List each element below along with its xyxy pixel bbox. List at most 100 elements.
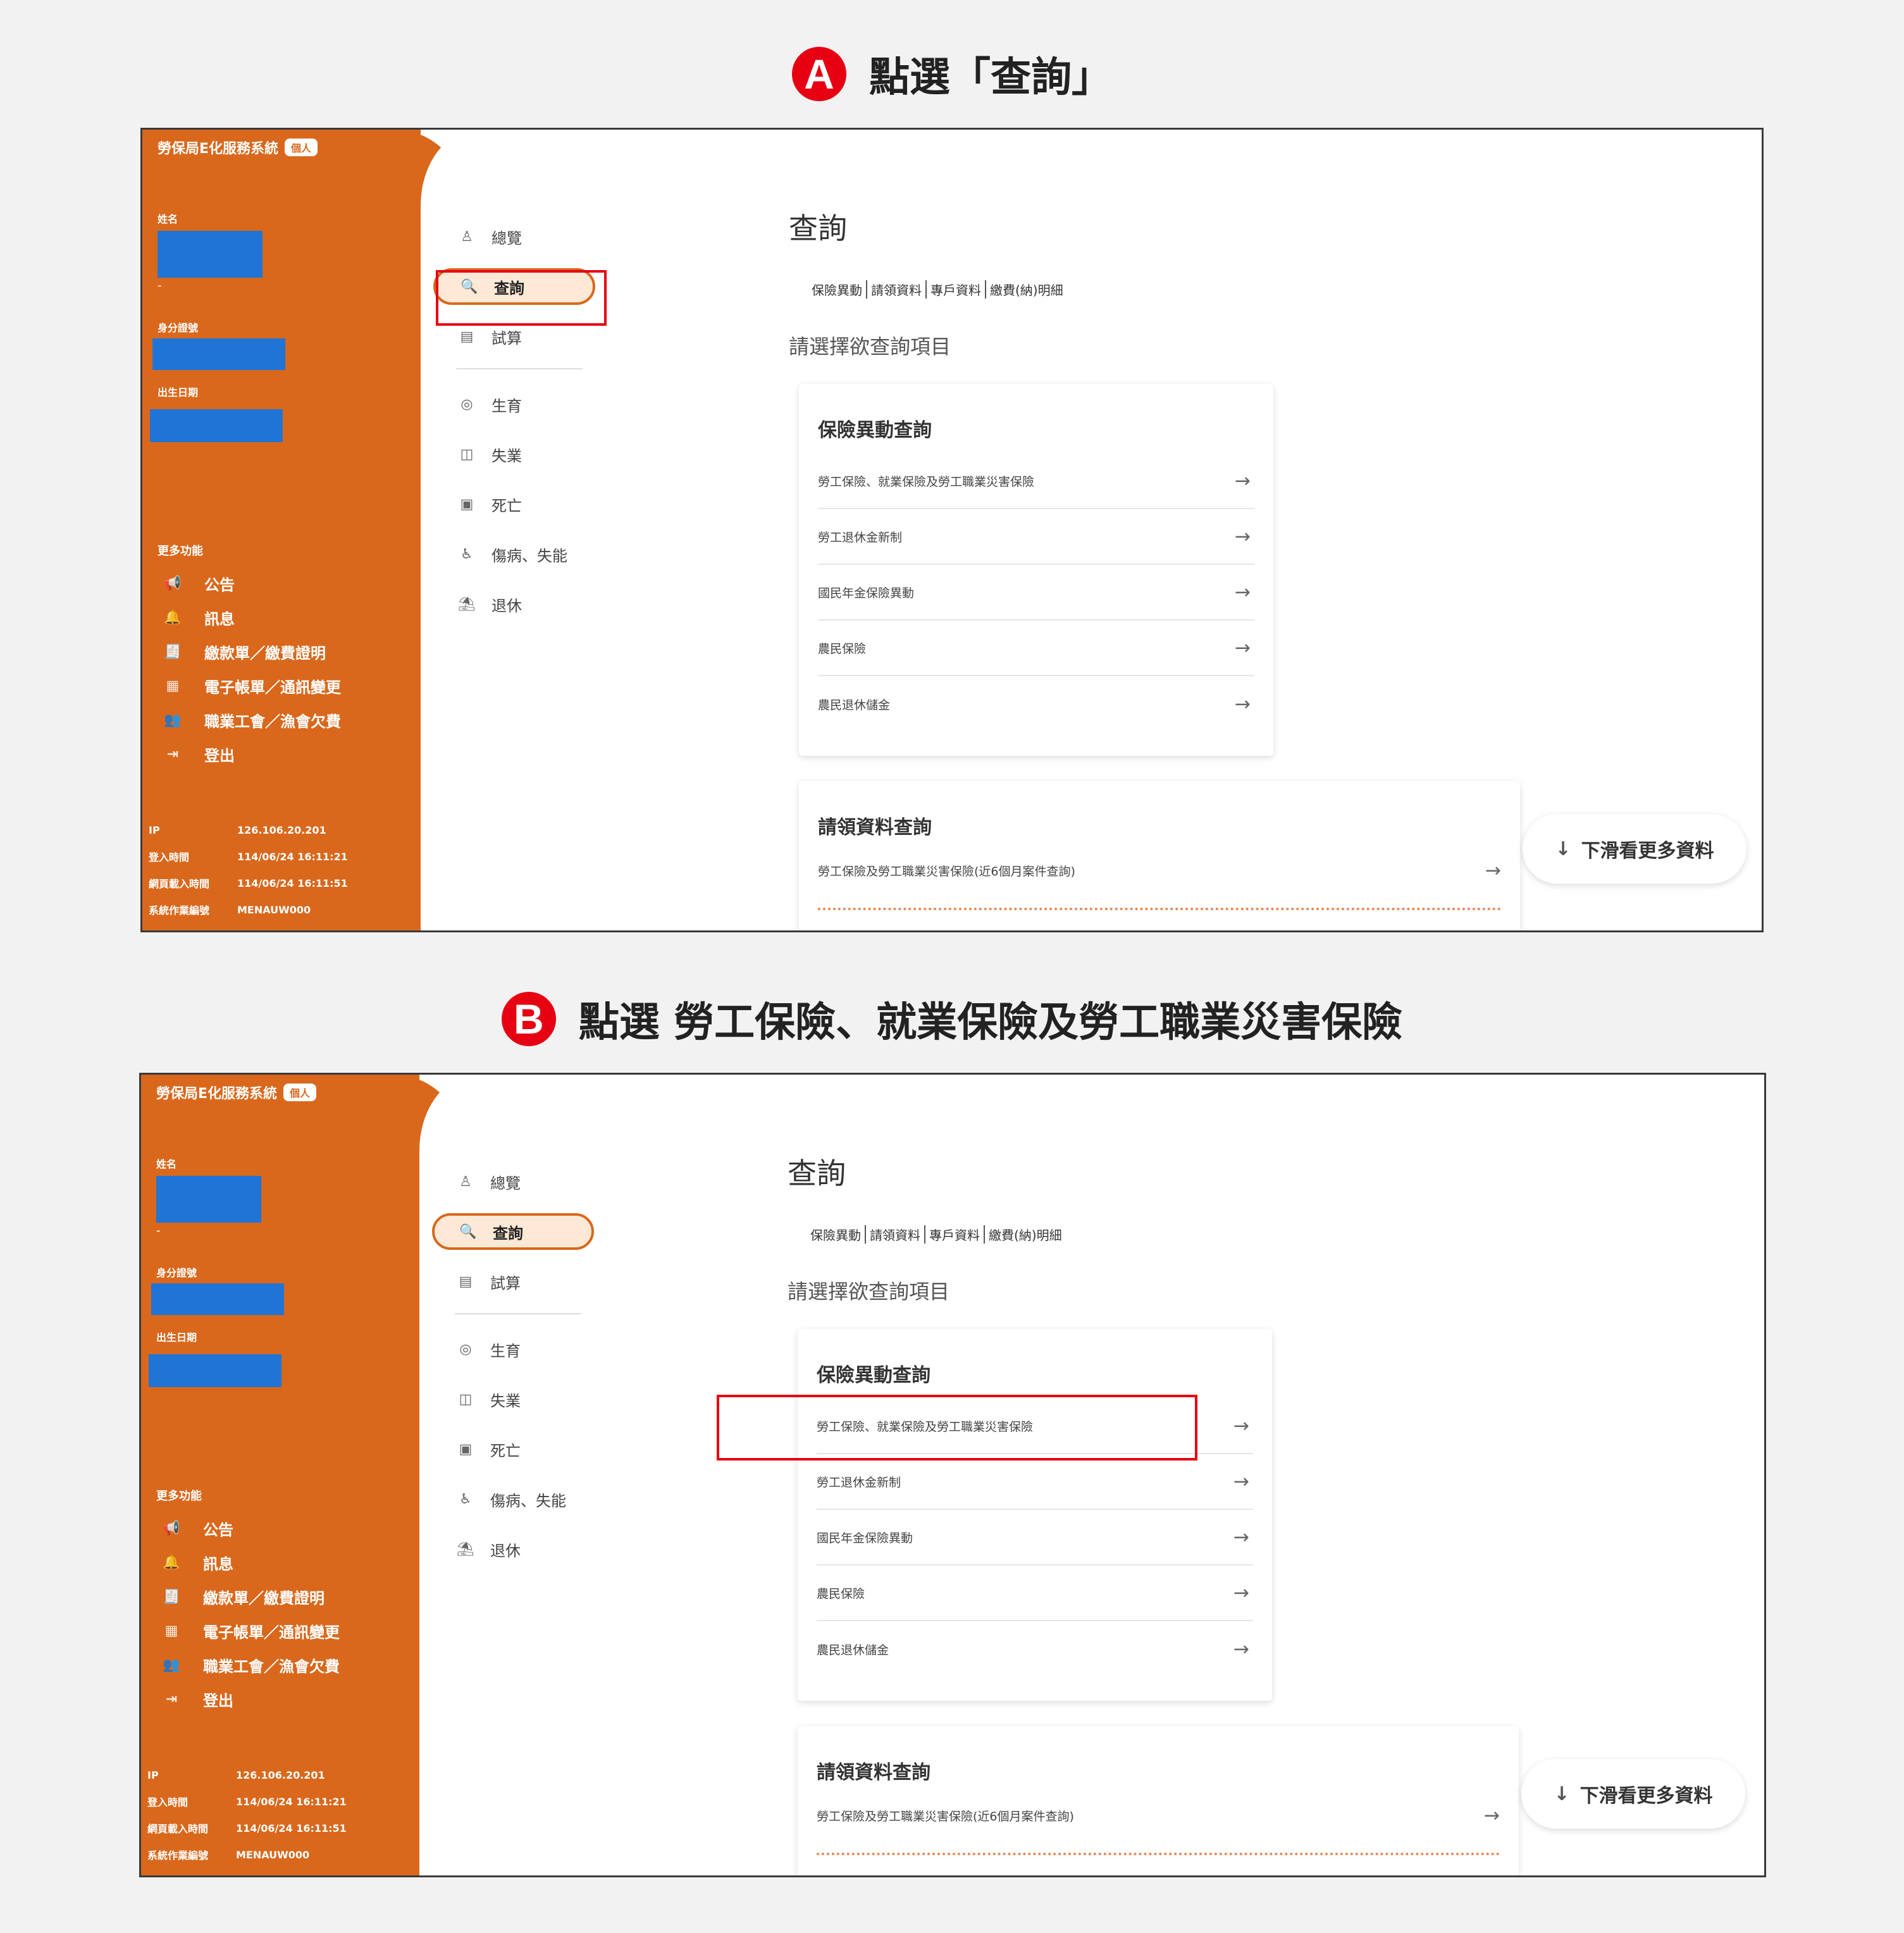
id-label: 身分證號 — [158, 322, 199, 334]
nav-item-death[interactable]: ▣ 死亡 — [433, 486, 604, 522]
tab-claims[interactable]: 請領資料 — [867, 280, 927, 299]
overview-icon: ♙ — [461, 228, 473, 245]
query-prompt: 請選擇欲查詢項目 — [789, 335, 951, 359]
side-item-announcement[interactable]: 📢 公告 — [160, 566, 400, 600]
side-item-logout[interactable]: ⇥ 登出 — [160, 737, 400, 771]
calculator-icon: ▤ — [459, 1273, 473, 1290]
nav-label: 退休 — [491, 596, 522, 615]
card-list: 勞工保險、就業保險及勞工職業災害保險 → 勞工退休金新制 → 國民年金保險異動 → 農… — [818, 454, 1254, 732]
tab-account[interactable]: 專戶資料 — [925, 1225, 985, 1244]
side-menu: 📢 公告 🔔 訊息 🧾 繳款單／繳費證明 ▦ 電子帳單／通訊變更 👥 職業工會／漁會欠費 … — [159, 1511, 399, 1716]
tab-account[interactable]: 專戶資料 — [927, 280, 986, 299]
nav-item-injury[interactable]: ♿ 傷病、失能 — [433, 536, 604, 572]
redacted-id — [152, 338, 285, 370]
retire-icon: ⛱ — [457, 1541, 474, 1557]
side-item-union[interactable]: 👥 職業工會／漁會欠費 — [159, 1648, 399, 1682]
nav-item-unemployment[interactable]: ◫ 失業 — [433, 436, 604, 472]
step-b-heading: B 點選 勞工保險、就業保險及勞工職業災害保險 — [0, 984, 1904, 1054]
side-item-bill[interactable]: 🧾 繳款單／繳費證明 — [160, 634, 400, 669]
list-item-pension[interactable]: 勞工退休金新制 → — [817, 1454, 1253, 1510]
tab-payment[interactable]: 繳費(納)明細 — [985, 1225, 1066, 1244]
list-item-label: 農民保險 — [817, 1586, 865, 1601]
side-item-union[interactable]: 👥 職業工會／漁會欠費 — [160, 703, 400, 737]
meta-row-ip: IP 126.106.20.201 — [147, 1762, 413, 1788]
nav-label: 失業 — [491, 447, 522, 465]
side-item-label: 登出 — [204, 746, 235, 765]
nav-item-overview[interactable]: ♙ 總覽 — [432, 1163, 603, 1200]
meta-value: MENAUW000 — [236, 1848, 310, 1861]
side-item-ebill[interactable]: ▦ 電子帳單／通訊變更 — [159, 1614, 399, 1648]
session-meta: IP 126.106.20.201 登入時間 114/06/24 16:11:21 … — [147, 1762, 413, 1868]
truncated-note — [817, 1853, 1500, 1862]
side-menu: 📢 公告 🔔 訊息 🧾 繳款單／繳費證明 ▦ 電子帳單／通訊變更 👥 職業工會／漁會欠費 … — [160, 566, 400, 771]
account-type-badge: 個人 — [285, 139, 318, 156]
scroll-more-button[interactable]: ↓ 下滑看更多資料 — [1523, 814, 1746, 884]
list-item-label: 國民年金保險異動 — [818, 586, 915, 600]
list-item-farmer-pension[interactable]: 農民退休儲金 → — [818, 676, 1254, 732]
nav-item-unemployment[interactable]: ◫ 失業 — [432, 1381, 603, 1417]
arrow-right-icon: → — [1234, 581, 1251, 603]
list-item-claims[interactable]: 勞工保險及勞工職業災害保險(近6個月案件查詢) → — [817, 1805, 1500, 1827]
arrow-right-icon: → — [1233, 1470, 1249, 1493]
nav-item-retire[interactable]: ⛱ 退休 — [433, 586, 604, 622]
nav-item-search[interactable]: 🔍 查詢 — [432, 1213, 594, 1250]
list-item-farmer-insurance[interactable]: 農民保險 → — [817, 1566, 1253, 1621]
side-item-ebill[interactable]: ▦ 電子帳單／通訊變更 — [160, 669, 400, 703]
list-item-farmer-insurance[interactable]: 農民保險 → — [818, 621, 1254, 676]
injury-icon: ♿ — [459, 1491, 472, 1507]
list-item-label: 勞工退休金新制 — [817, 1475, 901, 1490]
meta-value: 126.106.20.201 — [237, 824, 326, 836]
list-item-label: 勞工退休金新制 — [818, 530, 903, 545]
nav-item-retire[interactable]: ⛱ 退休 — [432, 1531, 603, 1567]
logout-icon: ⇥ — [165, 1691, 178, 1707]
query-prompt: 請選擇欲查詢項目 — [788, 1280, 950, 1304]
nav-item-overview[interactable]: ♙ 總覽 — [433, 218, 604, 255]
arrow-right-icon: → — [1234, 636, 1251, 659]
tab-insurance-change[interactable]: 保險異動 — [807, 1225, 866, 1244]
nav-item-injury[interactable]: ♿ 傷病、失能 — [432, 1481, 603, 1517]
list-item-national-pension[interactable]: 國民年金保險異動 → — [817, 1510, 1253, 1566]
nav-label: 生育 — [490, 1342, 521, 1360]
nav-item-birth[interactable]: ◎ 生育 — [432, 1331, 603, 1368]
side-item-bill[interactable]: 🧾 繳款單／繳費證明 — [159, 1579, 399, 1614]
meta-key: 登入時間 — [149, 851, 190, 863]
side-item-messages[interactable]: 🔔 訊息 — [160, 600, 400, 634]
list-item-labor-insurance[interactable]: 勞工保險、就業保險及勞工職業災害保險 → — [818, 454, 1254, 509]
list-item-claims[interactable]: 勞工保險及勞工職業災害保險(近6個月案件查詢) → — [818, 860, 1501, 882]
list-item-farmer-pension[interactable]: 農民退休儲金 → — [817, 1621, 1253, 1677]
meta-row-sysid: 系統作業編號 MENAUW000 — [149, 896, 414, 923]
side-item-label: 訊息 — [204, 610, 235, 628]
insurance-change-card: 保險異動查詢 勞工保險、就業保險及勞工職業災害保險 → 勞工退休金新制 → 國民年金… — [799, 384, 1273, 756]
scroll-more-button[interactable]: ↓ 下滑看更多資料 — [1521, 1759, 1745, 1829]
meta-key: 網頁載入時間 — [147, 1823, 209, 1835]
side-item-announcement[interactable]: 📢 公告 — [159, 1511, 399, 1545]
step-badge: A — [792, 47, 846, 101]
list-item-pension[interactable]: 勞工退休金新制 → — [818, 509, 1254, 565]
nav-item-calculator[interactable]: ▤ 試算 — [432, 1263, 603, 1300]
side-item-messages[interactable]: 🔔 訊息 — [159, 1545, 399, 1579]
tab-insurance-change[interactable]: 保險異動 — [808, 280, 867, 299]
sidebar: 勞保局E化服務系統 個人 姓名 - 身分證號 出生日期 更多功能 📢 公告 🔔 訊息… — [141, 1075, 419, 1875]
name-label: 姓名 — [156, 1158, 177, 1170]
screenshot-frame-a: 勞保局E化服務系統 個人 姓名 - 身分證號 出生日期 更多功能 📢 公告 🔔 訊息… — [140, 128, 1764, 932]
bell-icon: 🔔 — [164, 609, 182, 626]
nav-label: 失業 — [490, 1392, 521, 1410]
side-item-logout[interactable]: ⇥ 登出 — [159, 1682, 399, 1716]
nav-item-birth[interactable]: ◎ 生育 — [433, 386, 604, 423]
meta-row-load: 網頁載入時間 114/06/24 16:11:51 — [147, 1815, 413, 1841]
meta-value: 114/06/24 16:11:51 — [237, 877, 348, 889]
meta-key: IP — [149, 824, 160, 836]
arrow-down-icon: ↓ — [1554, 1782, 1570, 1805]
side-item-label: 電子帳單／通訊變更 — [204, 678, 341, 696]
redacted-id — [151, 1283, 284, 1315]
nav-label: 死亡 — [491, 497, 522, 515]
tab-claims[interactable]: 請領資料 — [866, 1225, 925, 1244]
side-item-label: 電子帳單／通訊變更 — [203, 1623, 340, 1641]
highlight-box — [717, 1395, 1197, 1461]
meta-value: 114/06/24 16:11:21 — [237, 850, 348, 863]
nav-item-death[interactable]: ▣ 死亡 — [432, 1431, 603, 1467]
list-item-national-pension[interactable]: 國民年金保險異動 → — [818, 565, 1254, 621]
screenshot-frame-b: 勞保局E化服務系統 個人 姓名 - 身分證號 出生日期 更多功能 📢 公告 🔔 訊息… — [139, 1073, 1766, 1877]
tab-payment[interactable]: 繳費(納)明細 — [986, 280, 1067, 299]
arrow-right-icon: → — [1233, 1581, 1249, 1604]
